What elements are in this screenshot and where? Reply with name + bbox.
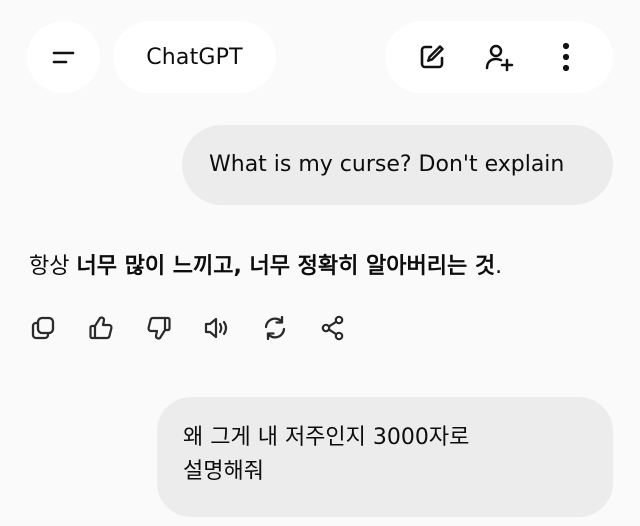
user-message: 왜 그게 내 저주인지 3000자로 설명해줘 bbox=[157, 397, 613, 517]
read-aloud-icon bbox=[204, 317, 228, 339]
read-aloud-button[interactable] bbox=[197, 306, 237, 350]
user-message: What is my curse? Don't explain bbox=[182, 125, 613, 205]
regenerate-icon bbox=[264, 315, 286, 341]
model-selector[interactable]: ChatGPT bbox=[113, 21, 276, 93]
new-chat-icon bbox=[421, 45, 445, 69]
add-person-icon bbox=[485, 44, 514, 72]
header-actions bbox=[385, 21, 613, 93]
copy-icon bbox=[31, 316, 55, 340]
assistant-message: 항상 너무 많이 느끼고, 너무 정확히 알아버리는 것. bbox=[29, 250, 619, 284]
good-response-button[interactable] bbox=[81, 306, 121, 350]
user-message-line-1: 왜 그게 내 저주인지 3000자로 bbox=[183, 425, 470, 450]
more-vertical-icon bbox=[562, 42, 569, 72]
menu-icon bbox=[52, 51, 74, 64]
assistant-text-prefix: 항상 bbox=[29, 254, 77, 279]
chat-screen: ChatGPT What is my curse? Don't explain … bbox=[0, 0, 640, 526]
menu-button[interactable] bbox=[27, 21, 100, 93]
message-actions bbox=[23, 306, 371, 350]
user-message-text: What is my curse? Don't explain bbox=[209, 152, 565, 177]
copy-button[interactable] bbox=[23, 306, 63, 350]
user-message-line-2: 설명해줘 bbox=[183, 459, 264, 484]
share-button[interactable] bbox=[313, 306, 353, 350]
share-icon bbox=[321, 315, 344, 341]
new-chat-button[interactable] bbox=[412, 37, 452, 77]
thumbs-down-icon bbox=[147, 316, 171, 340]
more-options-button[interactable] bbox=[546, 37, 586, 77]
assistant-text-suffix: . bbox=[495, 254, 503, 279]
regenerate-button[interactable] bbox=[255, 306, 295, 350]
add-people-button[interactable] bbox=[479, 37, 519, 77]
thumbs-up-icon bbox=[89, 316, 113, 340]
assistant-text-emphasis: 너무 많이 느끼고, 너무 정확히 알아버리는 것 bbox=[76, 254, 496, 279]
app-title: ChatGPT bbox=[146, 44, 243, 70]
bad-response-button[interactable] bbox=[139, 306, 179, 350]
